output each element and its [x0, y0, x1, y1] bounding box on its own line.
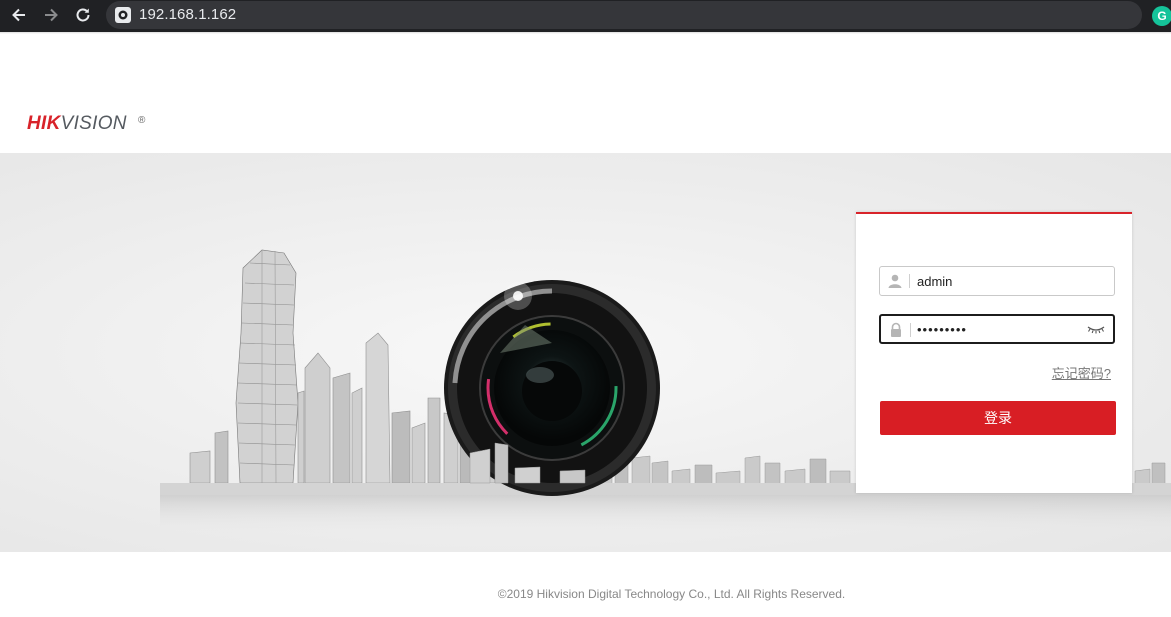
- forward-icon: [45, 8, 58, 22]
- password-field[interactable]: [879, 314, 1115, 344]
- browser-toolbar: 192.168.1.162 G: [0, 0, 1171, 32]
- back-icon: [12, 8, 25, 22]
- grammarly-icon[interactable]: G: [1152, 6, 1171, 26]
- toolbar-shadow: [0, 32, 1171, 34]
- logo-part-1: HIK: [27, 113, 61, 134]
- registered-mark: ®: [138, 115, 146, 126]
- copyright-footer: ©2019 Hikvision Digital Technology Co., …: [497, 587, 846, 601]
- reload-icon: [76, 8, 90, 22]
- password-input[interactable]: [917, 319, 1087, 339]
- url-text[interactable]: 192.168.1.162: [139, 6, 236, 23]
- site-info-icon[interactable]: [115, 7, 131, 23]
- city-reflection: [160, 495, 1171, 535]
- skyscraper-tower: [235, 249, 299, 484]
- back-button[interactable]: [6, 3, 32, 27]
- username-input[interactable]: [917, 271, 1087, 291]
- user-icon: [888, 274, 902, 288]
- logo-part-2: VISION: [60, 113, 127, 134]
- field-separator: [909, 274, 910, 288]
- forward-button[interactable]: [38, 3, 64, 27]
- address-bar[interactable]: 192.168.1.162: [106, 1, 1142, 29]
- eye-icon[interactable]: [1086, 322, 1106, 336]
- login-button[interactable]: 登录: [880, 401, 1116, 435]
- field-separator: [910, 323, 911, 337]
- hikvision-logo: HIKVISION ®: [27, 113, 145, 135]
- username-field[interactable]: [879, 266, 1115, 296]
- reload-button[interactable]: [70, 3, 96, 27]
- forgot-password-link[interactable]: 忘记密码?: [1052, 363, 1111, 382]
- login-panel: 忘记密码? 登录: [856, 212, 1132, 493]
- lock-icon: [891, 322, 901, 337]
